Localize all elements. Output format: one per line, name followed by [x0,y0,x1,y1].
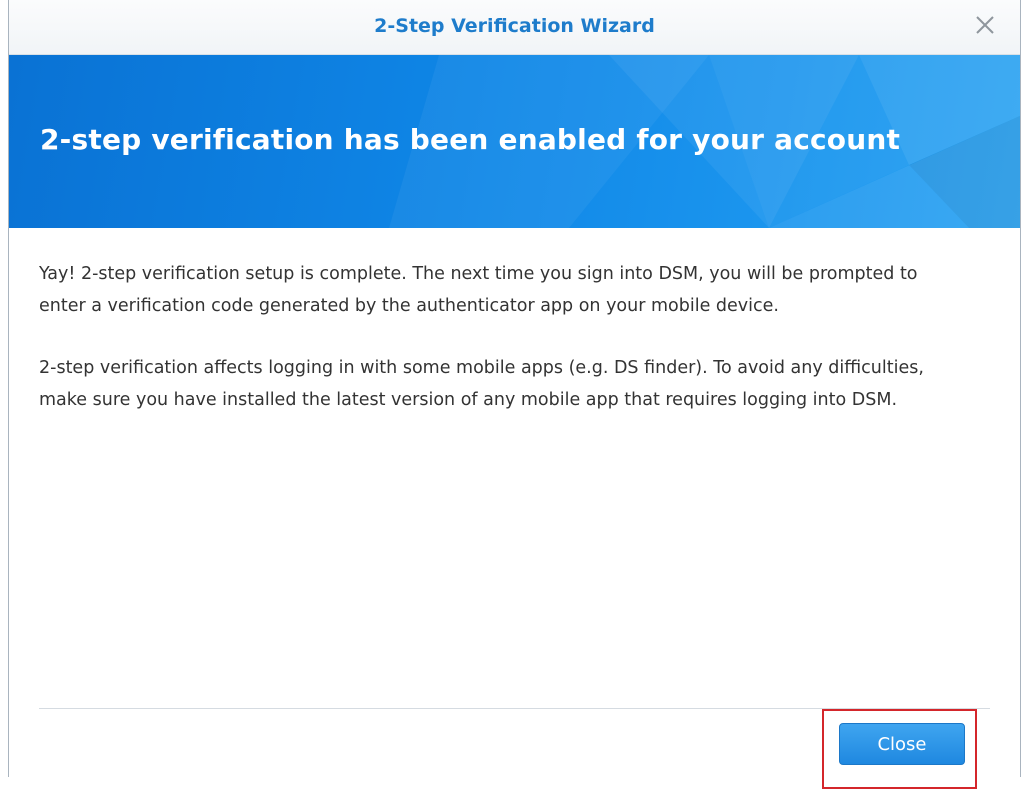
message-paragraph-mobile-apps: 2-step verification affects logging in w… [39,358,924,410]
window-title: 2-Step Verification Wizard [374,15,655,37]
message-body: Yay! 2-step verification setup is comple… [39,258,939,446]
banner-heading: 2-step verification has been enabled for… [40,123,901,156]
message-paragraph-complete: Yay! 2-step verification setup is comple… [39,264,918,316]
close-icon[interactable] [972,12,998,38]
header-banner: 2-step verification has been enabled for… [9,55,1020,228]
close-button[interactable]: Close [839,723,965,765]
title-bar: 2-Step Verification Wizard [9,0,1020,55]
wizard-window: 2-Step Verification Wizard 2-step verifi… [8,0,1021,777]
